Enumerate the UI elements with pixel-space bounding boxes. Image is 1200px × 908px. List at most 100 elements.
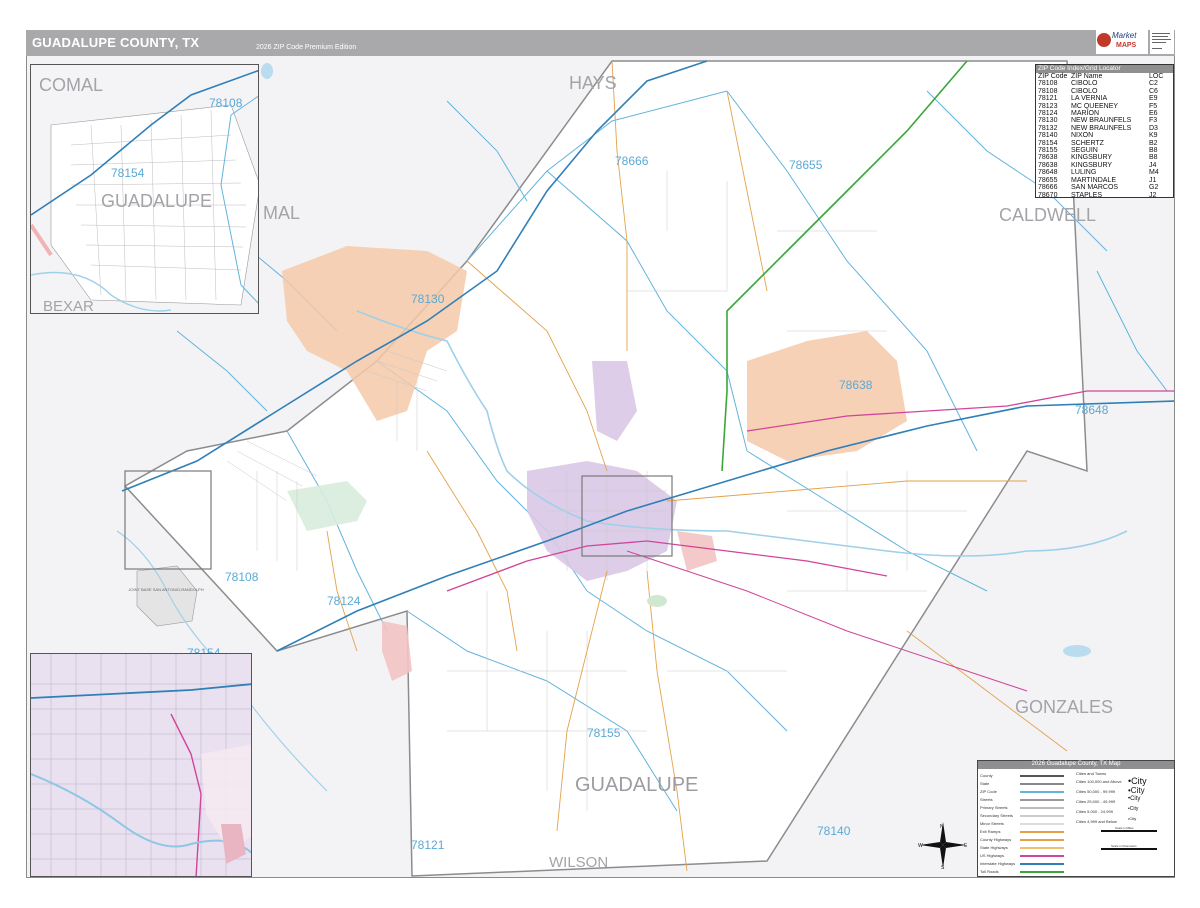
zip-index-row: 78638 KINGSBURY B8	[1036, 154, 1173, 161]
zip-index-row: 78140 NIXON K9	[1036, 132, 1173, 139]
zip-name-cell: MC QUEENEY	[1071, 102, 1119, 110]
county-label-hays: HAYS	[569, 73, 617, 93]
county-label-wilson: WILSON	[549, 854, 608, 871]
legend-line-swatch	[1020, 775, 1064, 777]
inset-a-svg: COMAL GUADALUPE BEXAR 78108 78154	[31, 65, 258, 313]
zip-index-row: 78108 CIBOLO C6	[1036, 88, 1173, 95]
scale-bar: Scale in Miles Scale in Kilometers	[1095, 826, 1165, 856]
zip-name-cell: SAN MARCOS	[1071, 184, 1119, 192]
inset-map-seguin	[30, 653, 252, 877]
legend-line-label: US Highways	[980, 853, 1005, 858]
zip-index-column-headers: ZIP Code ZIP Name LOC	[1036, 73, 1173, 80]
loc-cell: G2	[1149, 184, 1159, 192]
scale-miles-bar	[1101, 830, 1157, 832]
svg-text:N: N	[940, 824, 944, 830]
legend-line-swatch	[1020, 847, 1064, 849]
zip-name-cell: LA VERNIA	[1071, 95, 1108, 103]
scale-km-bar	[1101, 848, 1157, 850]
zip-code-cell: 78638	[1038, 161, 1058, 169]
svg-text:W: W	[918, 843, 923, 849]
zip-name-cell: NEW BRAUNFELS	[1071, 117, 1132, 125]
zip-index-rows: 78108 CIBOLO C2 78108 CIBOLO C6 78121 LA VERNIA…	[1036, 80, 1173, 199]
compass-rose-icon: N S W E	[918, 822, 968, 870]
zip-label-78140: 78140	[817, 824, 851, 838]
zip-name-cell: CIBOLO	[1071, 80, 1098, 88]
loc-cell: J1	[1149, 176, 1157, 184]
zip-label-78124: 78124	[327, 594, 361, 608]
zip-code-cell: 78154	[1038, 139, 1058, 147]
zip-code-cell: 78155	[1038, 147, 1058, 155]
zip-code-cell: 78130	[1038, 117, 1058, 125]
legend-line-swatch	[1020, 823, 1064, 825]
legend-line-swatch	[1020, 783, 1064, 785]
legend-line-label: Interstate Highways	[980, 861, 1016, 866]
zip-index-row: 78130 NEW BRAUNFELS F3	[1036, 117, 1173, 124]
zip-name-cell: NEW BRAUNFELS	[1071, 124, 1132, 132]
legend-city-header: Cities and Towns	[1076, 771, 1107, 776]
logo-fineprint	[1150, 30, 1174, 54]
svg-text:78108: 78108	[209, 96, 243, 110]
legend-city-sample: •City	[1128, 816, 1137, 821]
loc-cell: M4	[1149, 169, 1159, 177]
legend-header: 2026 Guadalupe County, TX Map	[978, 761, 1174, 769]
page-title: GUADALUPE COUNTY, TX	[32, 35, 200, 50]
zip-name-cell: KINGSBURY	[1071, 161, 1113, 169]
zip-index-row: 78132 NEW BRAUNFELS D3	[1036, 125, 1173, 132]
legend-city-sample: •City	[1128, 776, 1147, 786]
zip-name-cell: LULING	[1071, 169, 1097, 177]
legend-city-class: Cities 5,000 - 24,999	[1076, 809, 1113, 814]
legend-line-swatch	[1020, 855, 1064, 857]
zip-label-78121: 78121	[411, 838, 445, 852]
legend-line-swatch	[1020, 799, 1064, 801]
zip-label-78155: 78155	[587, 726, 621, 740]
zip-code-cell: 78123	[1038, 102, 1058, 110]
zip-name-cell: NIXON	[1071, 132, 1094, 140]
loc-cell: B8	[1149, 147, 1158, 155]
lake-2	[261, 63, 273, 79]
zip-name-cell: KINGSBURY	[1071, 154, 1113, 162]
svg-text:Market: Market	[1112, 31, 1137, 40]
zip-code-cell: 78638	[1038, 154, 1058, 162]
zip-label-78130: 78130	[411, 292, 445, 306]
zip-code-cell: 78108	[1038, 80, 1058, 88]
county-label-caldwell: CALDWELL	[999, 205, 1096, 225]
zip-index-row: 78670 STAPLES J2	[1036, 192, 1173, 199]
svg-text:78154: 78154	[111, 166, 145, 180]
zip-name-cell: STAPLES	[1071, 191, 1102, 199]
zip-label-78666: 78666	[615, 154, 649, 168]
legend-line-label: Minor Streets	[980, 821, 1004, 826]
svg-text:COMAL: COMAL	[39, 75, 103, 95]
zip-name-cell: CIBOLO	[1071, 87, 1098, 95]
zip-index-row: 78638 KINGSBURY J4	[1036, 162, 1173, 169]
zip-index-row: 78648 LULING M4	[1036, 169, 1173, 176]
county-label-guadalupe: GUADALUPE	[575, 774, 698, 796]
zip-code-cell: 78121	[1038, 95, 1058, 103]
loc-cell: B8	[1149, 154, 1158, 162]
loc-cell: E9	[1149, 95, 1158, 103]
loc-cell: F3	[1149, 117, 1158, 125]
zip-code-cell: 78666	[1038, 184, 1058, 192]
zip-index-header: ZIP Code Index/Grid Locator	[1036, 65, 1173, 73]
zip-code-cell: 78140	[1038, 132, 1058, 140]
zip-name-cell: MARTINDALE	[1071, 176, 1116, 184]
market-maps-logo: Market MAPS	[1096, 28, 1148, 54]
military-base	[136, 565, 198, 627]
legend-city-sample: •City	[1128, 786, 1145, 795]
edition-label: 2026 ZIP Code Premium Edition	[256, 44, 357, 51]
legend-line-swatch	[1020, 791, 1064, 793]
zip-code-cell: 78655	[1038, 176, 1058, 184]
legend-city-class: Cities 25,000 - 49,999	[1076, 799, 1116, 804]
zip-label-78655: 78655	[789, 158, 823, 172]
legend-line-label: County	[980, 773, 993, 778]
loc-cell: B2	[1149, 139, 1158, 147]
loc-cell: D3	[1149, 124, 1158, 132]
title-bar: GUADALUPE COUNTY, TX 2026 ZIP Code Premi…	[26, 30, 1175, 56]
zip-name-cell: SCHERTZ	[1071, 139, 1104, 147]
zip-index-row: 78666 SAN MARCOS G2	[1036, 184, 1173, 191]
legend-line-label: County Highways	[980, 837, 1012, 842]
zip-code-cell: 78132	[1038, 124, 1058, 132]
col-loc: LOC	[1149, 73, 1164, 80]
legend-line-swatch	[1020, 807, 1064, 809]
zip-code-cell: 78648	[1038, 169, 1058, 177]
zip-code-cell: 78108	[1038, 87, 1058, 95]
